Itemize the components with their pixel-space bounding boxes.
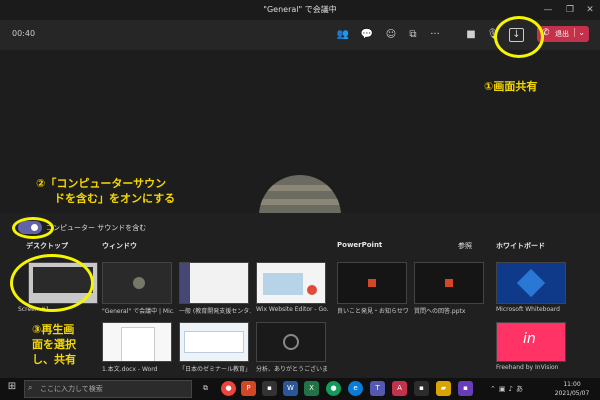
window-thumb-analysis[interactable] — [256, 322, 326, 362]
section-whiteboard: ホワイトボード — [496, 242, 545, 250]
participants-icon[interactable]: 👥 — [334, 27, 352, 43]
chevron-down-icon[interactable]: ⌄ — [574, 28, 585, 37]
computer-sound-label: コンピューター サウンドを含む — [46, 224, 147, 232]
clock-date: 2021/05/07 — [554, 390, 590, 397]
leave-button[interactable]: ✆ 退出 ⌄ — [537, 26, 589, 42]
annotation-screen-share: ①画面共有 — [484, 80, 538, 93]
section-powerpoint: PowerPoint — [337, 241, 383, 249]
minimize-icon[interactable]: — — [540, 2, 556, 18]
window-thumb-word[interactable] — [102, 322, 172, 362]
app-icon[interactable]: ▪ — [414, 381, 429, 396]
window-thumb-document[interactable] — [179, 322, 249, 362]
window-caption: 分析、ありがとうございま... — [256, 366, 328, 373]
reactions-icon[interactable]: ☺ — [382, 27, 400, 43]
leave-label: 退出 — [555, 30, 569, 38]
powerpoint-thumb-2[interactable] — [414, 262, 484, 304]
whiteboard-thumb-microsoft[interactable] — [496, 262, 566, 304]
clock-time: 11:00 — [563, 381, 581, 388]
window-thumb-teams[interactable] — [102, 262, 172, 304]
system-tray-icons[interactable]: ⌃▣♪あ — [490, 384, 526, 394]
teams-taskbar-icon[interactable]: T — [370, 381, 385, 396]
meeting-timer: 00:40 — [12, 29, 36, 38]
app-icon[interactable]: ▪ — [262, 381, 277, 396]
section-window: ウィンドウ — [102, 242, 137, 250]
chrome-icon[interactable]: ● — [221, 381, 236, 396]
window-caption: 一般 (教育開発支援センタ... — [179, 308, 251, 315]
browser-icon[interactable]: ● — [326, 381, 341, 396]
task-view-icon[interactable]: ⧉ — [198, 381, 213, 396]
edge-icon[interactable]: e — [348, 381, 363, 396]
window-title: "General" で会議中 — [263, 5, 337, 14]
annotation-sound-line1: ②「コンピューターサウン — [36, 177, 167, 190]
camera-icon[interactable]: ■ — [462, 27, 480, 43]
window-caption: 「日本のゼミナール教育」... — [179, 366, 251, 373]
window-thumb-wix[interactable] — [256, 262, 326, 304]
annotation-select-line1: ③再生画 — [32, 323, 75, 336]
windows-start-icon[interactable]: ⊞ — [4, 381, 20, 397]
maximize-icon[interactable]: ❐ — [562, 2, 578, 18]
powerpoint-taskbar-icon[interactable]: P — [241, 381, 256, 396]
whiteboard-thumb-freehand[interactable]: in — [496, 322, 566, 362]
window-caption: 1.本文.docx - Word — [102, 366, 158, 373]
whiteboard-caption: Freehand by InVision — [496, 364, 559, 371]
file-explorer-icon[interactable]: ▰ — [436, 381, 451, 396]
annotation-select-line3: し、共有 — [32, 353, 76, 366]
annotation-circle-toggle — [12, 217, 54, 239]
whiteboard-caption: Microsoft Whiteboard — [496, 306, 560, 313]
powerpoint-thumb-1[interactable] — [337, 262, 407, 304]
section-desktop: デスクトップ — [26, 242, 68, 250]
powerpoint-caption: 質問への回答.pptx — [414, 308, 466, 315]
app-icon[interactable]: ▪ — [458, 381, 473, 396]
window-thumb-channel[interactable] — [179, 262, 249, 304]
window-caption: "General" で会議中 | Mic... — [102, 308, 174, 315]
chat-icon[interactable]: 💬 — [358, 27, 376, 43]
pdf-icon[interactable]: A — [392, 381, 407, 396]
annotation-select-line2: 面を選択 — [32, 338, 76, 351]
powerpoint-caption: 良いこと発見・お知らせワ... — [337, 308, 409, 315]
search-icon: ⌕ — [28, 383, 33, 392]
invision-logo: in — [523, 331, 536, 347]
window-caption: Wix Website Editor - Go... — [256, 306, 328, 313]
close-icon[interactable]: ✕ — [582, 2, 598, 18]
word-taskbar-icon[interactable]: W — [283, 381, 298, 396]
annotation-circle-share — [494, 16, 544, 58]
annotation-circle-desktop — [10, 254, 94, 312]
excel-taskbar-icon[interactable]: X — [304, 381, 319, 396]
browse-link[interactable]: 参照 — [458, 241, 472, 251]
annotation-sound-line2: ドを含む」をオンにする — [54, 192, 176, 205]
taskbar-search-placeholder: ここに入力して検索 — [40, 385, 103, 393]
taskbar-clock[interactable]: 11:00 2021/05/07 — [548, 380, 596, 398]
rooms-icon[interactable]: ⧉ — [404, 27, 422, 43]
more-actions-icon[interactable]: ··· — [426, 27, 444, 43]
